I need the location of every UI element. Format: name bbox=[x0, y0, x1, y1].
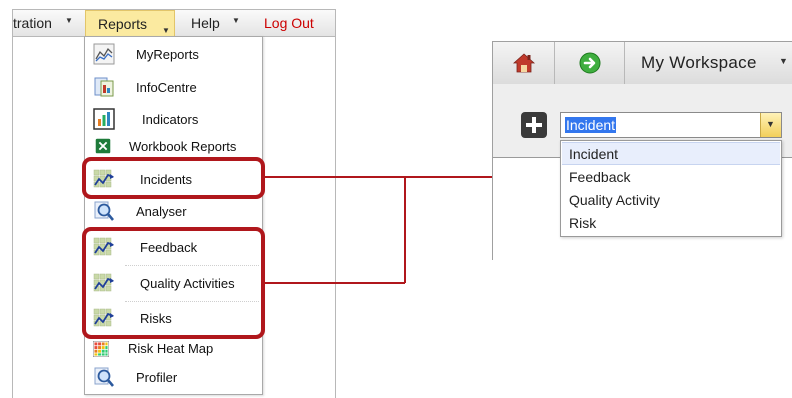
workspace-toolbar: My Workspace ▼ bbox=[493, 42, 792, 85]
option-feedback[interactable]: Feedback bbox=[562, 166, 780, 189]
home-button[interactable] bbox=[493, 42, 555, 84]
home-icon bbox=[512, 53, 536, 73]
register-type-select[interactable]: Incident ▼ bbox=[560, 112, 782, 138]
plus-icon bbox=[526, 117, 542, 133]
register-type-options: Incident Feedback Quality Activity Risk bbox=[560, 140, 782, 237]
option-quality-activity[interactable]: Quality Activity bbox=[562, 189, 780, 212]
register-type-value: Incident bbox=[565, 117, 617, 133]
refresh-icon bbox=[579, 52, 601, 74]
option-risk[interactable]: Risk bbox=[562, 212, 780, 235]
option-incident[interactable]: Incident bbox=[562, 142, 780, 165]
workspace-title[interactable]: My Workspace bbox=[641, 42, 757, 84]
refresh-button[interactable] bbox=[555, 42, 625, 84]
chevron-down-icon: ▼ bbox=[766, 119, 775, 129]
dropdown-button[interactable]: ▼ bbox=[760, 113, 781, 137]
chevron-down-icon[interactable]: ▼ bbox=[779, 56, 788, 66]
add-button[interactable] bbox=[521, 112, 547, 138]
